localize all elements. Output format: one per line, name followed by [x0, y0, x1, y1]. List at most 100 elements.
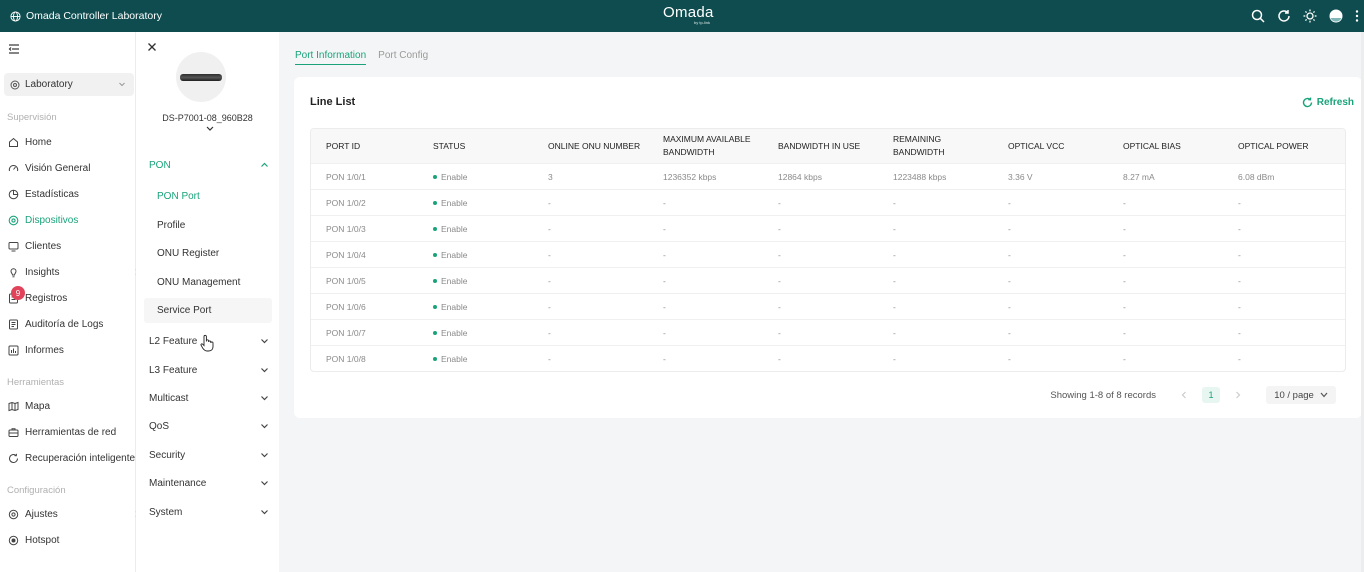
collapse-menu-icon[interactable]: [8, 43, 20, 55]
refresh-button[interactable]: Refresh: [1302, 97, 1354, 108]
cell-max-bandwidth: -: [663, 353, 666, 364]
refresh-icon[interactable]: [1276, 8, 1292, 24]
recovery-icon: [9, 453, 19, 463]
location-icon: [10, 80, 20, 89]
col-header[interactable]: STATUS: [433, 129, 465, 163]
group-qos[interactable]: QoS: [149, 418, 269, 434]
cell-bandwidth-in-use: -: [778, 223, 781, 234]
col-header[interactable]: OPTICAL POWER: [1238, 129, 1309, 163]
nav-item-clients[interactable]: Clientes: [8, 238, 61, 254]
group-multicast[interactable]: Multicast: [149, 390, 269, 406]
cell-remaining-bandwidth: -: [893, 223, 896, 234]
table-row[interactable]: PON 1/0/2 Enable - - - - - - -: [311, 189, 1345, 215]
cell-status: Enable: [433, 216, 467, 241]
table-row[interactable]: PON 1/0/3 Enable - - - - - - -: [311, 215, 1345, 241]
cell-optical-bias: -: [1123, 353, 1126, 364]
cell-bandwidth-in-use: -: [778, 327, 781, 338]
cell-port-id: PON 1/0/7: [326, 327, 366, 338]
device-image: [176, 52, 226, 102]
table-row[interactable]: PON 1/0/8 Enable - - - - - - -: [311, 345, 1345, 371]
menu-item-onu-management[interactable]: ONU Management: [157, 274, 240, 290]
site-selector[interactable]: Laboratory: [4, 73, 134, 96]
menu-item-service-port[interactable]: Service Port: [157, 302, 211, 318]
nav-item-overview[interactable]: Visión General: [8, 160, 90, 176]
tab-port-config[interactable]: Port Config: [378, 50, 428, 65]
cell-port-id: PON 1/0/5: [326, 275, 366, 286]
group-label: Multicast: [149, 392, 189, 404]
nav-item-reports[interactable]: Informes: [8, 342, 64, 358]
col-header[interactable]: OPTICAL VCC: [1008, 129, 1064, 163]
cell-status: Enable: [433, 294, 467, 319]
nav-item-hotspot[interactable]: Hotspot: [8, 532, 59, 548]
cell-optical-power: -: [1238, 327, 1241, 338]
chevron-right-icon[interactable]: [1234, 390, 1242, 400]
chevron-down-icon: [261, 368, 268, 373]
nav-item-label: Recuperación inteligente: [25, 452, 136, 464]
records-info: Showing 1-8 of 8 records: [1050, 389, 1156, 401]
table-row[interactable]: PON 1/0/5 Enable - - - - - - -: [311, 267, 1345, 293]
table-row[interactable]: PON 1/0/1 Enable 3 1236352 kbps 12864 kb…: [311, 163, 1345, 189]
cell-optical-power: 6.08 dBm: [1238, 171, 1275, 182]
tab-port-information[interactable]: Port Information: [295, 50, 367, 65]
status-dot: [433, 200, 437, 205]
menu-item-profile[interactable]: Profile: [157, 217, 185, 233]
col-header[interactable]: OPTICAL BIAS: [1123, 129, 1181, 163]
avatar[interactable]: [1328, 8, 1344, 24]
chevron-left-icon[interactable]: [1180, 390, 1188, 400]
chevron-down-icon: [261, 510, 268, 515]
group-security[interactable]: Security: [149, 447, 269, 463]
gear-icon: [8, 509, 19, 519]
sidebar: Laboratory Supervisión Home Visión Gener…: [0, 32, 140, 572]
col-header[interactable]: PORT ID: [326, 129, 360, 163]
table-row[interactable]: PON 1/0/4 Enable - - - - - - -: [311, 241, 1345, 267]
cell-onu-number: -: [548, 353, 551, 364]
cell-remaining-bandwidth: -: [893, 275, 896, 286]
theme-icon[interactable]: [1302, 8, 1318, 24]
nav-item-devices[interactable]: Dispositivos: [8, 212, 78, 228]
org-selector[interactable]: Omada Controller Laboratory: [10, 0, 162, 32]
nav-item-label: Registros: [25, 292, 68, 304]
device-panel: DS-P7001-08_960B28 PON PON Port Profile …: [136, 32, 279, 572]
col-header[interactable]: ONLINE ONU NUMBER: [548, 129, 640, 163]
table-row[interactable]: PON 1/0/7 Enable - - - - - - -: [311, 319, 1345, 345]
menu-item-onu-register[interactable]: ONU Register: [157, 245, 219, 261]
nav-item-label: Herramientas de red: [25, 426, 117, 438]
nav-item-label: Home: [25, 136, 52, 148]
nav-item-net-tools[interactable]: Herramientas de red: [8, 424, 116, 440]
col-header[interactable]: MAXIMUM AVAILABLE BANDWIDTH: [663, 129, 763, 163]
cell-remaining-bandwidth: 1223488 kbps: [893, 171, 947, 182]
col-header[interactable]: REMAINING BANDWIDTH: [893, 129, 963, 163]
nav-item-settings[interactable]: Ajustes: [8, 506, 140, 522]
page-size-select[interactable]: 10 / page: [1266, 386, 1336, 404]
nav-item-insights[interactable]: Insights: [8, 264, 140, 280]
nav-item-label: Hotspot: [25, 534, 60, 546]
group-maintenance[interactable]: Maintenance: [149, 475, 269, 491]
page-number[interactable]: 1: [1202, 387, 1220, 403]
section-tools: Herramientas: [7, 377, 65, 388]
nav-item-label: Ajustes: [25, 508, 58, 520]
more-icon[interactable]: [1354, 8, 1360, 24]
cell-port-id: PON 1/0/6: [326, 301, 366, 312]
nav-item-stats[interactable]: Estadísticas: [8, 186, 79, 202]
close-icon[interactable]: [147, 42, 157, 52]
group-system[interactable]: System: [149, 504, 269, 520]
nav-item-label: Dispositivos: [25, 214, 79, 226]
table-row[interactable]: PON 1/0/6 Enable - - - - - - -: [311, 293, 1345, 319]
globe-icon: [10, 10, 21, 22]
group-pon[interactable]: PON: [149, 157, 269, 173]
nav-item-label: Clientes: [25, 240, 62, 252]
nav-item-recovery[interactable]: Recuperación inteligente: [8, 450, 135, 466]
cell-bandwidth-in-use: -: [778, 197, 781, 208]
cell-optical-bias: -: [1123, 223, 1126, 234]
group-l3-feature[interactable]: L3 Feature: [149, 362, 269, 378]
nav-item-map[interactable]: Mapa: [8, 398, 50, 414]
col-header[interactable]: BANDWIDTH IN USE: [778, 129, 860, 163]
menu-item-pon-port[interactable]: PON Port: [157, 188, 200, 204]
cell-optical-power: -: [1238, 223, 1241, 234]
section-supervision: Supervisión: [7, 112, 57, 123]
nav-item-audit[interactable]: Auditoría de Logs: [8, 316, 103, 332]
search-icon[interactable]: [1250, 8, 1266, 24]
cell-status: Enable: [433, 190, 467, 215]
nav-item-home[interactable]: Home: [8, 134, 52, 150]
chevron-down-icon[interactable]: [205, 125, 215, 133]
